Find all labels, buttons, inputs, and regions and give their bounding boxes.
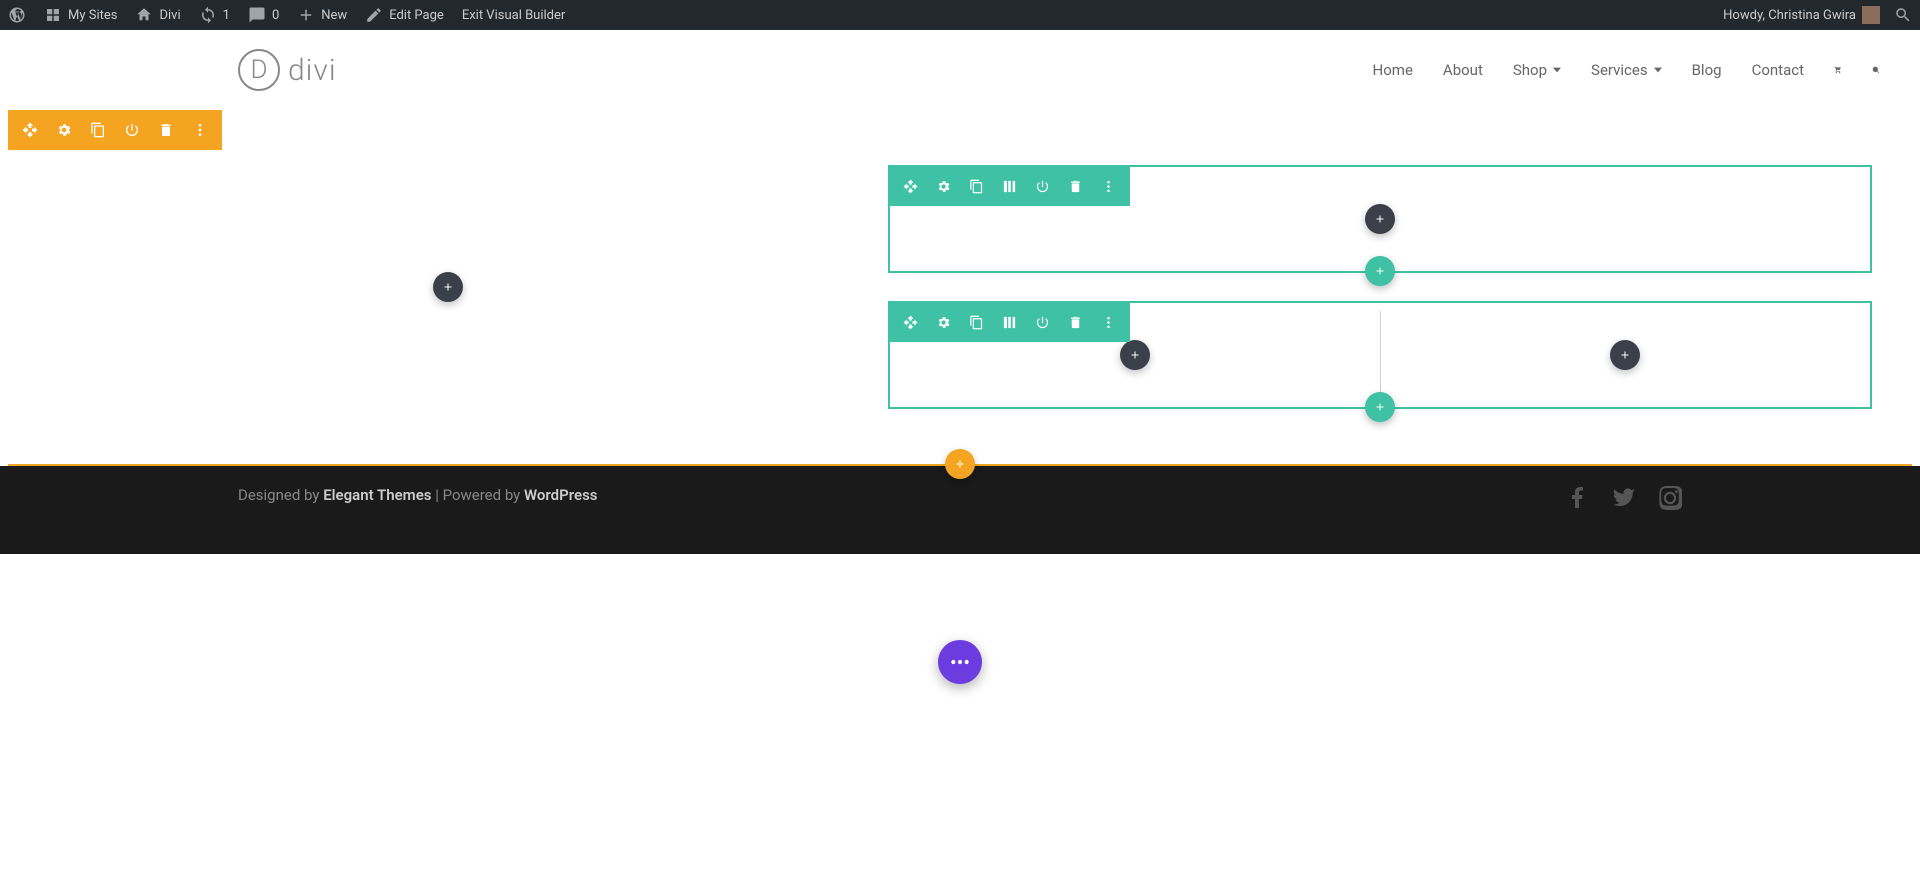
gear-icon[interactable] bbox=[56, 122, 72, 138]
nav-services[interactable]: Services bbox=[1591, 61, 1662, 79]
columns-icon[interactable] bbox=[1002, 315, 1017, 330]
more-icon[interactable] bbox=[1101, 179, 1116, 194]
search-icon[interactable] bbox=[1872, 66, 1880, 74]
nav-home[interactable]: Home bbox=[1373, 61, 1413, 79]
facebook-icon[interactable] bbox=[1566, 486, 1590, 510]
row-toolbar bbox=[889, 166, 1130, 206]
logo-icon: D bbox=[238, 49, 280, 91]
add-section-button[interactable] bbox=[945, 449, 975, 479]
trash-icon[interactable] bbox=[1068, 315, 1083, 330]
more-icon[interactable] bbox=[1101, 315, 1116, 330]
gear-icon[interactable] bbox=[936, 179, 951, 194]
exit-builder-link[interactable]: Exit Visual Builder bbox=[462, 8, 565, 23]
admin-search-icon[interactable] bbox=[1894, 6, 1912, 24]
footer-social bbox=[1566, 486, 1682, 510]
section-column-left[interactable] bbox=[48, 165, 848, 409]
chevron-down-icon bbox=[1553, 66, 1561, 74]
section-toolbar bbox=[8, 110, 222, 150]
wp-logo-icon[interactable] bbox=[8, 6, 26, 24]
move-icon[interactable] bbox=[903, 315, 918, 330]
site-footer: Designed by Elegant Themes | Powered by … bbox=[0, 466, 1920, 554]
trash-icon[interactable] bbox=[1068, 179, 1083, 194]
move-icon[interactable] bbox=[903, 179, 918, 194]
greeting-link[interactable]: Howdy, Christina Gwira bbox=[1723, 6, 1880, 24]
builder-menu-button[interactable] bbox=[938, 640, 982, 684]
elegant-themes-link[interactable]: Elegant Themes bbox=[323, 486, 431, 504]
new-link[interactable]: New bbox=[297, 6, 347, 24]
nav-contact[interactable]: Contact bbox=[1752, 61, 1804, 79]
builder-row[interactable] bbox=[888, 301, 1872, 409]
updates-link[interactable]: 1 bbox=[199, 6, 230, 24]
add-module-button[interactable] bbox=[433, 272, 463, 302]
nav-about[interactable]: About bbox=[1443, 61, 1483, 79]
power-icon[interactable] bbox=[124, 122, 140, 138]
section-column-right bbox=[888, 165, 1872, 409]
main-nav: Home About Shop Services Blog Contact bbox=[1373, 61, 1880, 79]
twitter-icon[interactable] bbox=[1612, 486, 1636, 510]
add-module-button[interactable] bbox=[1365, 204, 1395, 234]
duplicate-icon[interactable] bbox=[90, 122, 106, 138]
instagram-icon[interactable] bbox=[1658, 486, 1682, 510]
comments-link[interactable]: 0 bbox=[248, 6, 279, 24]
power-icon[interactable] bbox=[1035, 315, 1050, 330]
nav-blog[interactable]: Blog bbox=[1692, 61, 1722, 79]
cart-icon[interactable] bbox=[1834, 66, 1842, 74]
wp-admin-bar: My Sites Divi 1 0 New Edit Page Exit Vis… bbox=[0, 0, 1920, 30]
add-module-button[interactable] bbox=[1610, 340, 1640, 370]
move-icon[interactable] bbox=[22, 122, 38, 138]
row-toolbar bbox=[889, 302, 1130, 342]
wordpress-link[interactable]: WordPress bbox=[524, 486, 598, 504]
chevron-down-icon bbox=[1654, 66, 1662, 74]
edit-page-link[interactable]: Edit Page bbox=[365, 6, 444, 24]
builder-section[interactable] bbox=[8, 110, 1912, 466]
avatar bbox=[1862, 6, 1880, 24]
trash-icon[interactable] bbox=[158, 122, 174, 138]
nav-shop[interactable]: Shop bbox=[1513, 61, 1561, 79]
gear-icon[interactable] bbox=[936, 315, 951, 330]
add-row-button[interactable] bbox=[1365, 256, 1395, 286]
power-icon[interactable] bbox=[1035, 179, 1050, 194]
add-module-button[interactable] bbox=[1120, 340, 1150, 370]
site-header: D divi Home About Shop Services Blog Con… bbox=[0, 30, 1920, 110]
builder-row[interactable] bbox=[888, 165, 1872, 273]
row-column[interactable] bbox=[1380, 303, 1870, 407]
duplicate-icon[interactable] bbox=[969, 315, 984, 330]
duplicate-icon[interactable] bbox=[969, 179, 984, 194]
more-icon[interactable] bbox=[192, 122, 208, 138]
add-row-button[interactable] bbox=[1365, 392, 1395, 422]
columns-icon[interactable] bbox=[1002, 179, 1017, 194]
site-logo[interactable]: D divi bbox=[238, 49, 337, 91]
my-sites-link[interactable]: My Sites bbox=[44, 6, 117, 24]
site-link[interactable]: Divi bbox=[135, 6, 180, 24]
footer-credits: Designed by Elegant Themes | Powered by … bbox=[238, 486, 598, 504]
